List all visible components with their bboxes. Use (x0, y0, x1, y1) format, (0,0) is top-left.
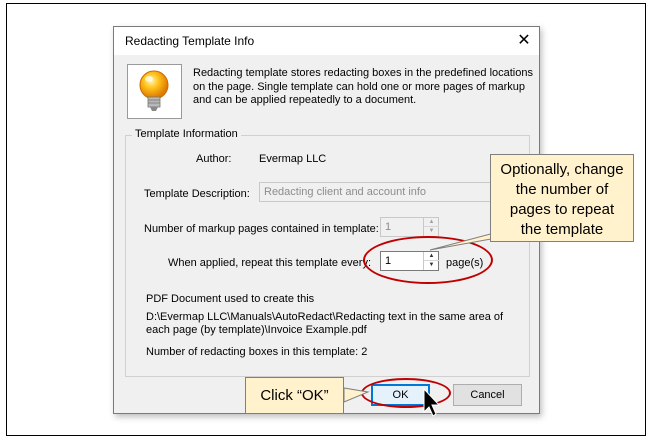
callout-line-3: pages to repeat (509, 201, 615, 218)
mouse-cursor-icon (423, 387, 441, 417)
callout-line-2: the number of (515, 181, 609, 198)
callout-pointer-ok (343, 387, 370, 403)
change-pages-callout: Optionally, change the number of pages t… (490, 154, 634, 242)
callout-line-1: Optionally, change (500, 161, 624, 178)
callout-line-4: the template (520, 221, 604, 238)
click-ok-callout: Click “OK” (245, 377, 344, 414)
